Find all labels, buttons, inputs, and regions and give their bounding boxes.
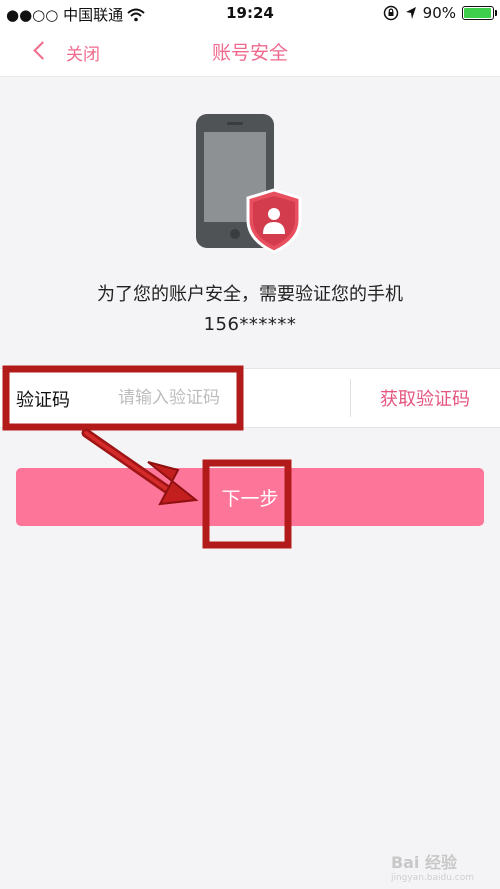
phone-speaker bbox=[227, 122, 243, 125]
lock-rotation-icon bbox=[383, 5, 398, 21]
status-right-group: 90% bbox=[383, 4, 497, 22]
row-divider bbox=[350, 379, 351, 417]
watermark-text: Bai 经验 bbox=[390, 853, 457, 872]
watermark: Bai 经验 jingyan.baidu.com bbox=[391, 849, 474, 883]
phone-home-button bbox=[230, 229, 240, 239]
battery-icon bbox=[462, 6, 497, 20]
battery-level-fill bbox=[464, 8, 491, 18]
battery-percent: 90% bbox=[422, 4, 456, 22]
phone-shield-illustration bbox=[196, 114, 302, 254]
next-step-button[interactable]: 下一步 bbox=[16, 468, 484, 526]
location-arrow-icon bbox=[405, 7, 416, 19]
nav-bar: 关闭 账号安全 bbox=[0, 26, 500, 77]
verification-message: 为了您的账户安全，需要验证您的手机 bbox=[97, 284, 403, 305]
verification-code-input[interactable] bbox=[118, 381, 338, 415]
status-bar: ●●○○ 中国联通 19:24 90% bbox=[0, 0, 500, 26]
get-verification-code-button[interactable]: 获取验证码 bbox=[364, 385, 486, 411]
watermark-sub: jingyan.baidu.com bbox=[390, 873, 474, 883]
verification-code-label: 验证码 bbox=[16, 390, 70, 411]
user-head bbox=[268, 208, 280, 220]
masked-phone-number: 156****** bbox=[203, 314, 297, 335]
page-title: 账号安全 bbox=[211, 42, 288, 64]
verification-code-row: 验证码 获取验证码 bbox=[0, 368, 500, 428]
